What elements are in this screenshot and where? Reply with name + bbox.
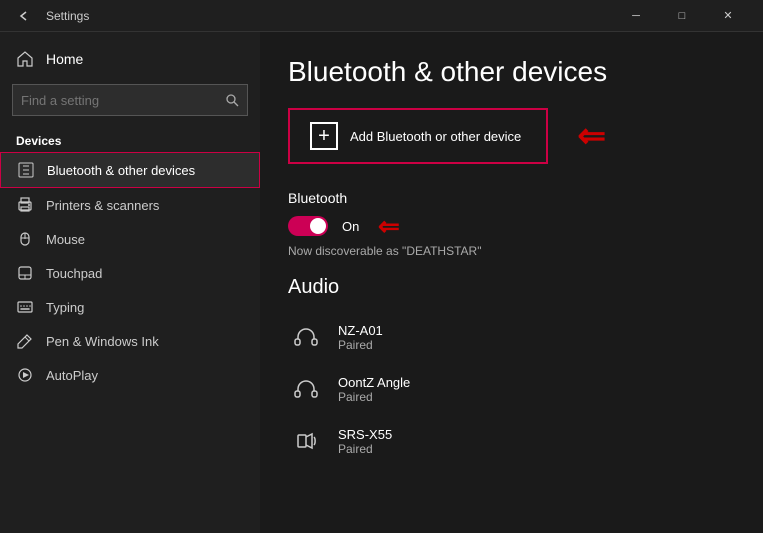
typing-icon [16, 298, 34, 316]
device-status-srsx55: Paired [338, 442, 392, 456]
device-name-nza01: NZ-A01 [338, 323, 383, 338]
sidebar-item-autoplay[interactable]: AutoPlay [0, 358, 260, 392]
add-icon: + [310, 122, 338, 150]
toggle-knob [310, 218, 326, 234]
touchpad-icon [16, 264, 34, 282]
home-label: Home [46, 51, 83, 67]
printers-label: Printers & scanners [46, 198, 159, 213]
add-device-container: + Add Bluetooth or other device ⇐ [288, 108, 548, 164]
device-info-oontz: OontZ Angle Paired [338, 375, 410, 404]
autoplay-icon [16, 366, 34, 384]
sidebar-item-home[interactable]: Home [0, 42, 260, 76]
device-name-oontz: OontZ Angle [338, 375, 410, 390]
audio-device-srsx55[interactable]: SRS-X55 Paired [288, 415, 735, 467]
close-button[interactable]: ✕ [705, 0, 751, 32]
bluetooth-label: Bluetooth & other devices [47, 163, 195, 178]
typing-label: Typing [46, 300, 84, 315]
bluetooth-toggle-row: On ⇐ [288, 216, 735, 236]
titlebar: Settings ─ □ ✕ [0, 0, 763, 32]
pen-icon [16, 332, 34, 350]
device-status-nza01: Paired [338, 338, 383, 352]
search-input[interactable] [21, 93, 226, 108]
mouse-icon [16, 230, 34, 248]
add-device-label: Add Bluetooth or other device [350, 129, 521, 144]
toggle-arrow-annotation: ⇐ [378, 213, 400, 239]
sidebar-item-bluetooth[interactable]: Bluetooth & other devices ⇐ [0, 152, 260, 188]
device-info-nza01: NZ-A01 Paired [338, 323, 383, 352]
sidebar-item-mouse[interactable]: Mouse [0, 222, 260, 256]
sidebar: Home Devices Bluetooth & [0, 32, 260, 533]
back-button[interactable] [12, 4, 36, 28]
headphones-icon-2 [288, 371, 324, 407]
sidebar-item-pen[interactable]: Pen & Windows Ink [0, 324, 260, 358]
search-box[interactable] [12, 84, 248, 116]
bluetooth-toggle[interactable] [288, 216, 328, 236]
devices-section-label: Devices [0, 124, 260, 152]
maximize-button[interactable]: □ [659, 0, 705, 32]
page-title: Bluetooth & other devices [288, 56, 735, 88]
headphones-icon-1 [288, 319, 324, 355]
minimize-button[interactable]: ─ [613, 0, 659, 32]
search-icon [226, 94, 239, 107]
sidebar-item-printers[interactable]: Printers & scanners [0, 188, 260, 222]
autoplay-label: AutoPlay [46, 368, 98, 383]
pen-label: Pen & Windows Ink [46, 334, 159, 349]
main-layout: Home Devices Bluetooth & [0, 32, 763, 533]
window-title: Settings [46, 9, 89, 23]
mouse-label: Mouse [46, 232, 85, 247]
add-device-arrow-annotation: ⇐ [578, 119, 607, 153]
audio-section-label: Audio [288, 276, 735, 299]
device-info-srsx55: SRS-X55 Paired [338, 427, 392, 456]
bluetooth-icon [17, 161, 35, 179]
printers-icon [16, 196, 34, 214]
touchpad-label: Touchpad [46, 266, 102, 281]
sidebar-item-typing[interactable]: Typing [0, 290, 260, 324]
bluetooth-section-label: Bluetooth [288, 190, 735, 206]
add-device-button[interactable]: + Add Bluetooth or other device [288, 108, 548, 164]
home-icon [16, 50, 34, 68]
discoverable-text: Now discoverable as "DEATHSTAR" [288, 244, 735, 258]
content-area: Bluetooth & other devices + Add Bluetoot… [260, 32, 763, 533]
device-name-srsx55: SRS-X55 [338, 427, 392, 442]
audio-device-nza01[interactable]: NZ-A01 Paired [288, 311, 735, 363]
device-status-oontz: Paired [338, 390, 410, 404]
sidebar-item-touchpad[interactable]: Touchpad [0, 256, 260, 290]
speaker-icon [288, 423, 324, 459]
window-controls: ─ □ ✕ [613, 0, 751, 32]
toggle-on-label: On [342, 219, 359, 234]
audio-device-oontz[interactable]: OontZ Angle Paired [288, 363, 735, 415]
